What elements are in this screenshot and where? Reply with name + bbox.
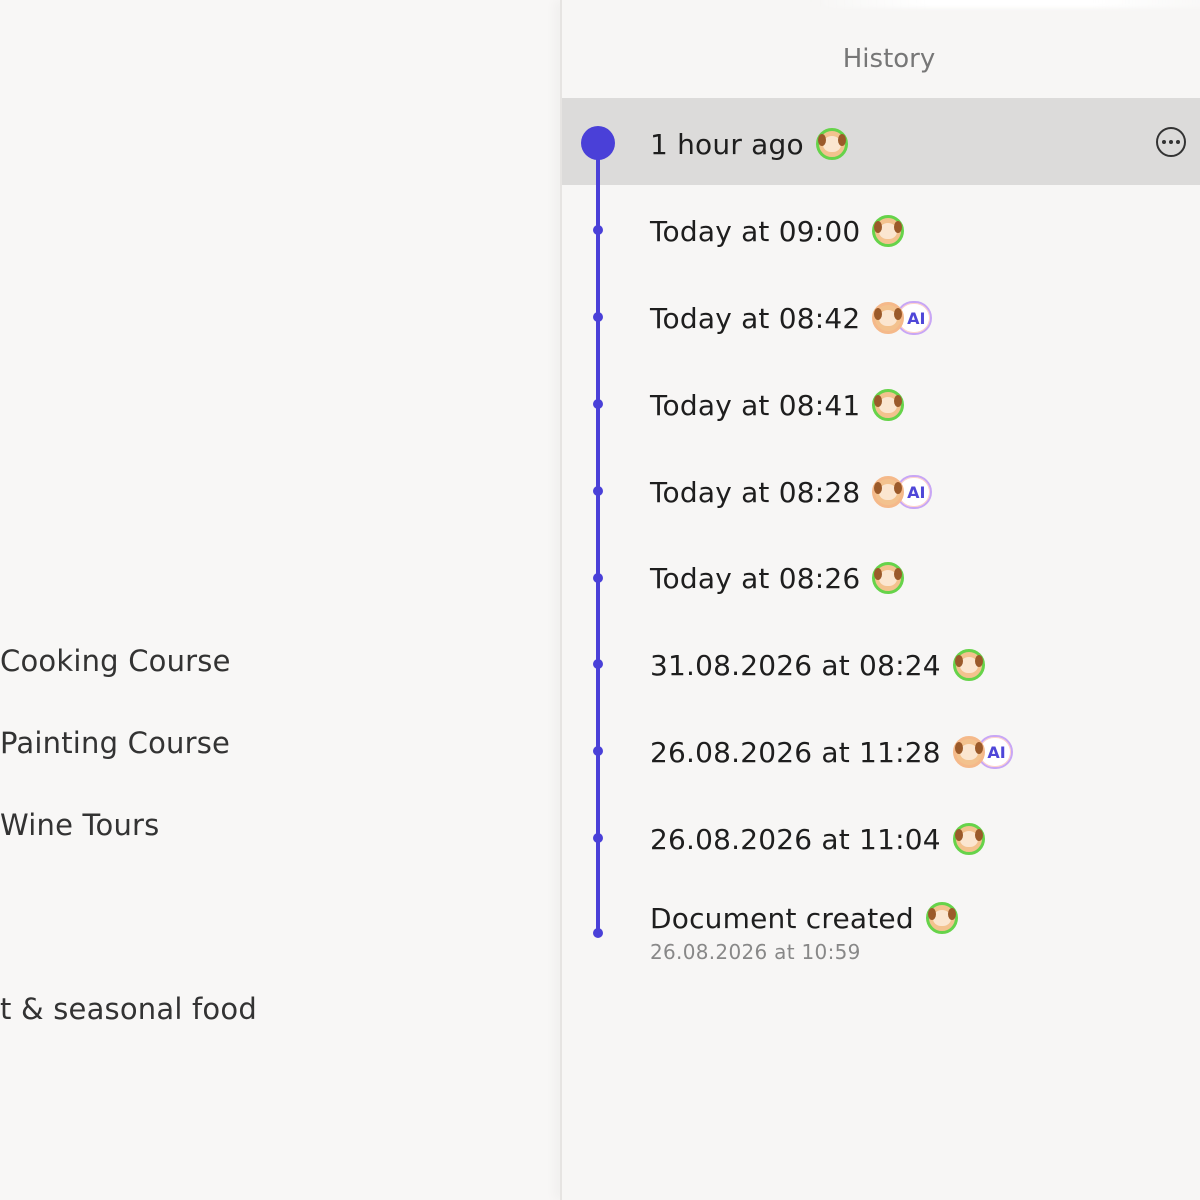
doc-line-wine-tours: Wine Tours bbox=[0, 808, 160, 842]
history-entry[interactable]: Today at 08:41 bbox=[650, 385, 905, 425]
doc-line-painting-course: Painting Course bbox=[0, 726, 231, 760]
history-entry[interactable]: 26.08.2026 at 11:04 bbox=[650, 819, 985, 859]
dog-avatar-icon bbox=[872, 562, 905, 594]
history-entry-document-created[interactable]: Document created bbox=[650, 898, 958, 938]
document-area: Cooking Course Painting Course Wine Tour… bbox=[0, 0, 560, 1200]
ai-collab-badge: AI bbox=[872, 301, 934, 335]
timeline-dot bbox=[593, 312, 603, 322]
history-entry-label: 1 hour ago bbox=[650, 127, 804, 161]
history-entry-label: Document created bbox=[650, 901, 914, 935]
dog-avatar-icon bbox=[872, 215, 905, 247]
document-created-timestamp: 26.08.2026 at 10:59 bbox=[650, 940, 861, 964]
timeline-dot bbox=[593, 833, 603, 843]
dog-avatar-icon bbox=[872, 389, 905, 421]
history-entry-label: Today at 08:42 bbox=[650, 301, 861, 335]
history-entry[interactable]: Today at 08:26 bbox=[650, 558, 905, 598]
doc-line-cooking-course: Cooking Course bbox=[0, 644, 231, 678]
history-entry-label: 26.08.2026 at 11:04 bbox=[650, 822, 941, 856]
history-entry-label: Today at 08:41 bbox=[650, 388, 861, 422]
dog-avatar-icon bbox=[952, 823, 985, 855]
doc-line-seasonal-food: t & seasonal food bbox=[0, 992, 257, 1026]
timeline-dot bbox=[593, 573, 603, 583]
dog-avatar-icon bbox=[952, 649, 985, 681]
history-entry-label: Today at 08:28 bbox=[650, 475, 861, 509]
history-timeline bbox=[596, 144, 600, 934]
dog-avatar-icon bbox=[925, 902, 958, 934]
history-entry[interactable]: 1 hour ago bbox=[650, 124, 848, 164]
history-entry[interactable]: Today at 08:28 AI bbox=[650, 472, 934, 512]
history-panel: History 1 hour ago Today at 09:00 Today … bbox=[560, 0, 1200, 1200]
history-title: History bbox=[842, 44, 936, 74]
timeline-dot bbox=[593, 928, 603, 938]
history-entry-label: Today at 09:00 bbox=[650, 214, 861, 248]
dog-avatar-icon bbox=[815, 128, 848, 160]
timeline-dot bbox=[593, 486, 603, 496]
ai-collab-badge: AI bbox=[952, 735, 1015, 769]
history-entry[interactable]: 31.08.2026 at 08:24 bbox=[650, 645, 985, 685]
history-entry[interactable]: 26.08.2026 at 11:28 AI bbox=[650, 732, 1015, 772]
history-entry[interactable]: Today at 08:42 AI bbox=[650, 298, 934, 338]
panel-top-blur bbox=[812, 0, 1200, 8]
history-entry-label: 31.08.2026 at 08:24 bbox=[650, 648, 941, 682]
ai-collab-badge: AI bbox=[872, 475, 934, 509]
current-version-dot bbox=[581, 126, 615, 160]
history-entry-label: Today at 08:26 bbox=[650, 561, 861, 595]
timeline-dot bbox=[593, 746, 603, 756]
history-entry[interactable]: Today at 09:00 bbox=[650, 211, 905, 251]
history-entry-label: 26.08.2026 at 11:28 bbox=[650, 735, 941, 769]
dog-avatar-icon bbox=[952, 736, 985, 768]
timeline-dot bbox=[593, 399, 603, 409]
timeline-dot bbox=[593, 659, 603, 669]
timeline-dot bbox=[593, 225, 603, 235]
more-options-icon[interactable] bbox=[1156, 127, 1186, 157]
